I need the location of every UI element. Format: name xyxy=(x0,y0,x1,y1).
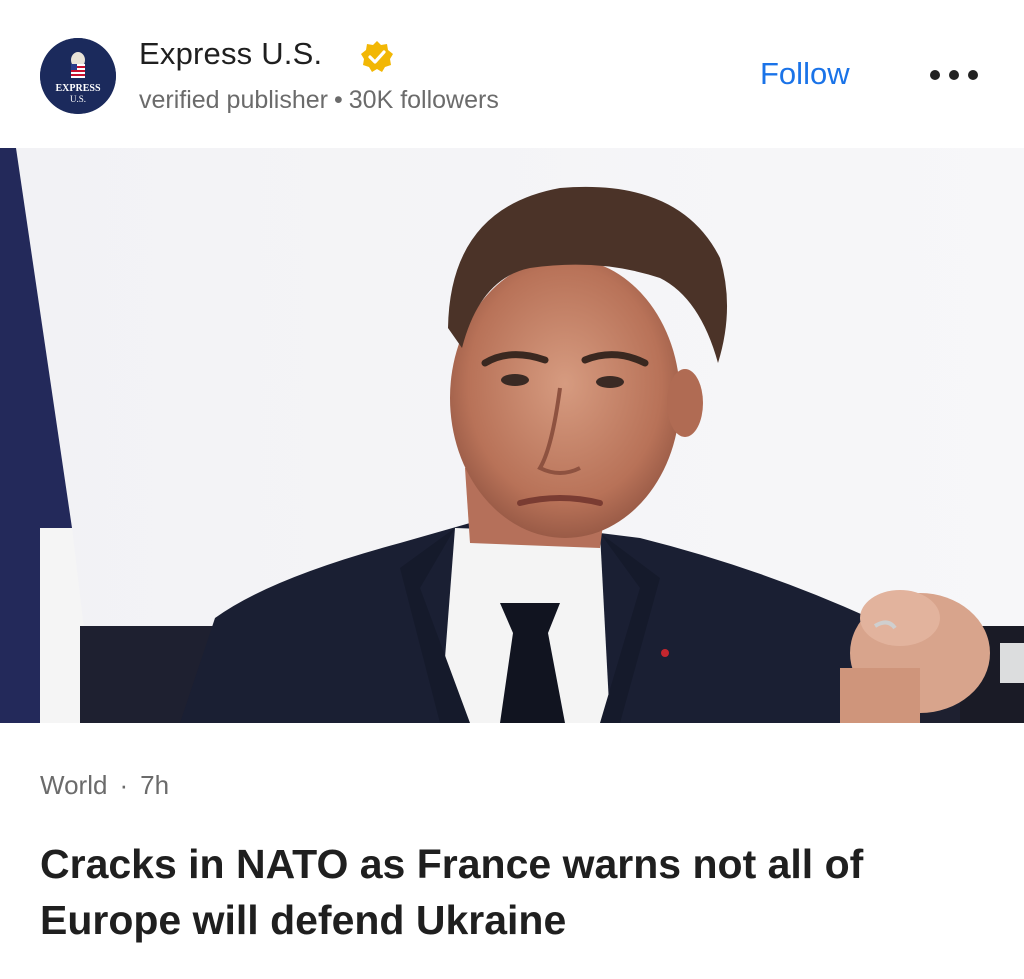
logo-text-line1: EXPRESS xyxy=(55,83,100,94)
article-photo xyxy=(0,148,1024,723)
article-age: 7h xyxy=(140,770,170,800)
meta-separator: · xyxy=(119,770,129,800)
hero-image[interactable] xyxy=(0,148,1024,723)
article-meta: World · 7h xyxy=(40,770,169,801)
follow-button[interactable]: Follow xyxy=(760,56,850,92)
article-card[interactable]: EXPRESS U.S. Express U.S. verified publi… xyxy=(0,0,1024,979)
publisher-avatar[interactable]: EXPRESS U.S. xyxy=(40,38,116,114)
publisher-subtitle: verified publisher xyxy=(139,86,328,114)
publisher-header: EXPRESS U.S. Express U.S. verified publi… xyxy=(0,0,1024,148)
article-category[interactable]: World xyxy=(40,770,107,800)
publisher-subline: verified publisher • 30K followers xyxy=(139,86,499,115)
follower-count: 30K followers xyxy=(348,86,499,114)
publisher-name[interactable]: Express U.S. xyxy=(139,36,322,72)
article-headline[interactable]: Cracks in NATO as France warns not all o… xyxy=(40,836,980,948)
more-dot xyxy=(968,70,978,80)
subline-separator: • xyxy=(334,86,343,114)
more-dot xyxy=(930,70,940,80)
logo-text-line2: U.S. xyxy=(70,94,86,104)
verified-check-icon xyxy=(360,40,394,74)
more-dot xyxy=(949,70,959,80)
more-options-icon[interactable] xyxy=(930,64,978,86)
express-logo-icon: EXPRESS U.S. xyxy=(40,38,116,114)
